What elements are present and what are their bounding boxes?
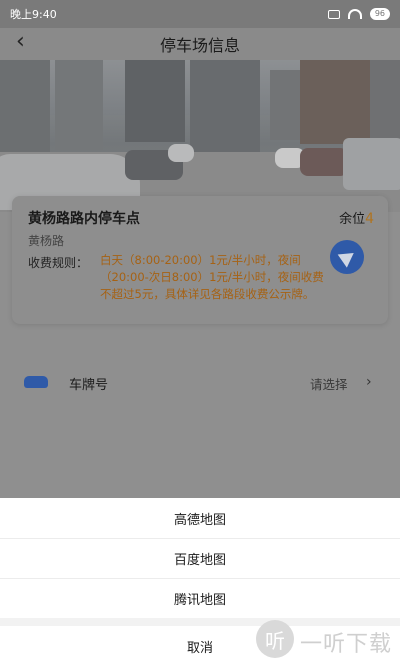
- watermark-logo: 听: [256, 620, 294, 658]
- status-icons: 96: [327, 8, 390, 20]
- fee-text: 白天（8:00-20:00）1元/半小时，夜间（20:00-次日8:00）1元/…: [100, 253, 324, 301]
- header: ‹ 停车场信息: [0, 28, 400, 60]
- wifi-icon: [347, 9, 362, 19]
- navigation-arrow-icon: [337, 246, 359, 268]
- road-name: 黄杨路: [28, 234, 65, 248]
- page-title: 停车场信息: [159, 36, 240, 55]
- option-amap[interactable]: 高德地图: [0, 498, 400, 538]
- fee-label: 收费规则：: [28, 256, 89, 270]
- status-time: 晚上9:40: [10, 8, 57, 21]
- plate-value: 请选择: [310, 377, 348, 392]
- navigate-button[interactable]: [330, 240, 364, 274]
- status-bar: 晚上9:40 96: [0, 0, 400, 28]
- watermark-text: 一听下载: [300, 632, 393, 657]
- option-tencent-map[interactable]: 腾讯地图: [0, 578, 400, 618]
- chevron-right-icon: ›: [366, 374, 372, 390]
- spaces-label: 余位: [339, 212, 366, 227]
- battery-icon: 96: [369, 8, 390, 20]
- car-icon: [24, 376, 48, 388]
- parking-name: 黄杨路路内停车点: [28, 211, 140, 227]
- watermark: 听 一听下载: [248, 620, 400, 660]
- option-baidu-map[interactable]: 百度地图: [0, 538, 400, 578]
- sim-icon: [327, 9, 340, 19]
- plate-selector-row[interactable]: 车牌号 请选择 ›: [0, 364, 400, 400]
- spaces-remaining: 余位4: [339, 208, 374, 227]
- parking-photo: [0, 60, 400, 212]
- spaces-count: 4: [365, 211, 374, 227]
- plate-label: 车牌号: [69, 378, 109, 393]
- back-icon[interactable]: ‹: [16, 31, 40, 55]
